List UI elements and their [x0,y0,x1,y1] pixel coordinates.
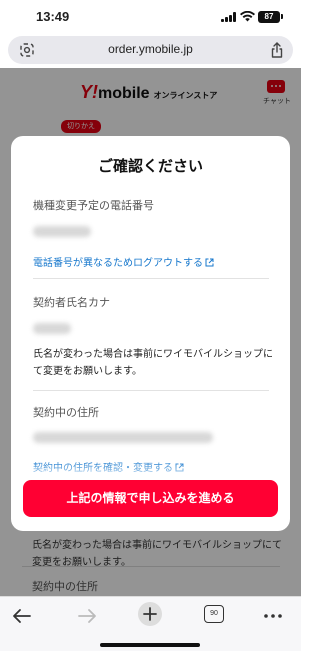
external-link-icon [175,463,184,472]
url-field[interactable]: order.ymobile.jp [8,36,293,64]
address-bar: order.ymobile.jp [0,34,301,68]
cellular-signal-icon [221,12,237,22]
clock: 13:49 [36,9,70,24]
battery-icon: 87 [258,11,280,23]
tab-switcher-button[interactable]: 90 [204,605,224,623]
address-value-redacted [33,432,213,443]
name-kana-value-redacted [33,323,71,334]
section-divider [33,278,269,279]
more-menu-icon[interactable] [262,603,284,629]
dialog-title: ご確認ください [97,157,203,175]
home-indicator [100,643,200,647]
name-change-note: 氏名が変わった場合は事前にワイモバイルショップにて変更をお願いします。 [33,349,273,377]
address-label: 契約中の住所 [33,406,99,419]
battery-tip [281,14,283,19]
logout-link[interactable]: 電話番号が異なるためログアウトする [33,254,214,269]
phone-number-value-redacted [33,226,91,237]
name-kana-label: 契約者氏名カナ [33,296,110,309]
wifi-icon [240,11,255,22]
status-bar: 13:49 87 [0,0,301,34]
confirmation-dialog: ご確認ください 機種変更予定の電話番号 電話番号が異なるためログアウトする 契約… [11,136,290,531]
phone-number-label: 機種変更予定の電話番号 [33,199,154,212]
logout-link-label: 電話番号が異なるためログアウトする [33,258,203,269]
external-link-icon [205,258,214,267]
address-change-link-label: 契約中の住所を確認・変更する [33,463,173,474]
back-arrow-icon[interactable] [11,603,33,629]
address-change-link[interactable]: 契約中の住所を確認・変更する [33,459,184,474]
share-icon[interactable] [270,42,284,58]
section-divider [33,390,269,391]
url-text[interactable]: order.ymobile.jp [8,42,293,56]
new-tab-plus-icon[interactable] [138,602,162,626]
proceed-button[interactable]: 上記の情報で申し込みを進める [23,480,278,517]
forward-arrow-icon[interactable] [76,603,98,629]
